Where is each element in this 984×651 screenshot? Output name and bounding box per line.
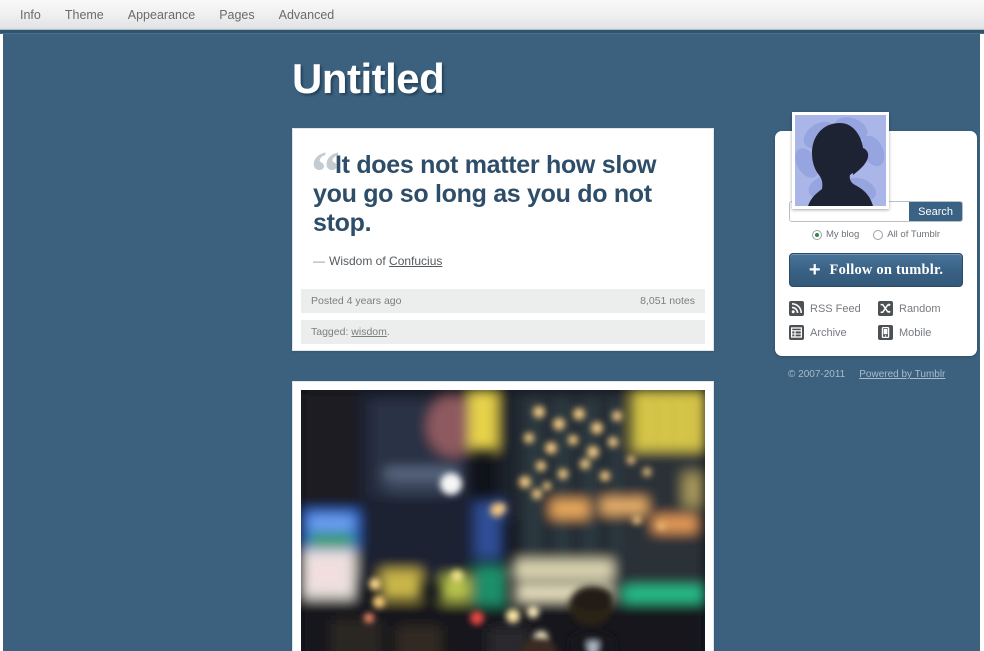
avatar[interactable] (792, 112, 889, 209)
radio-option-all-tumblr[interactable]: All of Tumblr (873, 229, 940, 240)
photo-post (292, 381, 714, 651)
rss-icon (789, 301, 804, 316)
powered-by-link[interactable]: Powered by Tumblr (859, 369, 945, 380)
quote-text: It does not matter how slow you go so lo… (313, 151, 657, 237)
sidebar-footer: © 2007-2011 Powered by Tumblr (775, 369, 977, 380)
sidebar-link-archive[interactable]: Archive (789, 325, 874, 340)
page-right-edge (980, 34, 984, 651)
post-date: Posted 4 years ago (311, 295, 402, 307)
toolbar-item-advanced[interactable]: Advanced (267, 5, 347, 25)
follow-button[interactable]: + Follow on tumblr. (789, 253, 963, 287)
follow-button-label: Follow on tumblr. (829, 261, 944, 278)
quote-source: — Wisdom of Confucius (313, 254, 693, 268)
quote-source-dash: — (313, 254, 325, 268)
toolbar-item-theme[interactable]: Theme (53, 5, 116, 25)
admin-toolbar: Info Theme Appearance Pages Advanced (0, 0, 984, 30)
shuffle-icon (878, 301, 893, 316)
sidebar-link-archive-label: Archive (810, 326, 847, 339)
blog-title[interactable]: Untitled (292, 55, 445, 103)
quote-source-link[interactable]: Confucius (389, 254, 442, 268)
sidebar-link-random[interactable]: Random (878, 301, 963, 316)
plus-icon: + (808, 259, 821, 281)
quote-body: “ It does not matter how slow you go so … (293, 129, 713, 282)
post-tags-row: Tagged: wisdom. (301, 319, 705, 344)
toolbar-divider (0, 30, 984, 34)
radio-my-blog-icon[interactable] (811, 229, 822, 240)
sidebar-link-mobile[interactable]: Mobile (878, 325, 963, 340)
quote-post: “ It does not matter how slow you go so … (292, 128, 714, 351)
toolbar-item-info[interactable]: Info (8, 5, 53, 25)
radio-all-tumblr-label: All of Tumblr (887, 229, 941, 240)
tumblr-blog-page: Info Theme Appearance Pages Advanced Unt… (0, 0, 984, 651)
post-meta-row: Posted 4 years ago 8,051 notes (301, 288, 705, 313)
sidebar: Search My blog All of Tumblr + Follow on… (775, 112, 977, 380)
sidebar-links: RSS Feed Random Archive Mobile (789, 301, 963, 340)
sidebar-link-mobile-label: Mobile (899, 326, 932, 339)
copyright-text: © 2007-2011 (788, 369, 846, 380)
tag-link-wisdom[interactable]: wisdom (351, 326, 387, 338)
page-left-edge (0, 34, 3, 651)
tag-period: . (386, 326, 390, 338)
sidebar-link-random-label: Random (899, 302, 941, 315)
grid-icon (789, 325, 804, 340)
mobile-icon (878, 325, 893, 340)
sidebar-card: Search My blog All of Tumblr + Follow on… (775, 112, 977, 356)
toolbar-item-pages[interactable]: Pages (207, 5, 266, 25)
quote-source-prefix: Wisdom of (329, 254, 386, 268)
search-scope-options: My blog All of Tumblr (789, 229, 963, 240)
tagged-label: Tagged: (311, 326, 349, 338)
radio-all-tumblr-icon[interactable] (873, 229, 884, 240)
toolbar-item-appearance[interactable]: Appearance (116, 5, 207, 25)
radio-my-blog-label: My blog (825, 229, 860, 240)
tags-wrapper: Tagged: wisdom. (311, 326, 390, 338)
search-button[interactable]: Search (909, 202, 962, 221)
main-column: “ It does not matter how slow you go so … (292, 128, 714, 651)
post-notes-count[interactable]: 8,051 notes (640, 295, 695, 307)
photo-post-image[interactable] (301, 390, 705, 651)
sidebar-link-rss-label: RSS Feed (810, 302, 861, 315)
radio-option-my-blog[interactable]: My blog (811, 229, 860, 240)
sidebar-link-rss-feed[interactable]: RSS Feed (789, 301, 874, 316)
